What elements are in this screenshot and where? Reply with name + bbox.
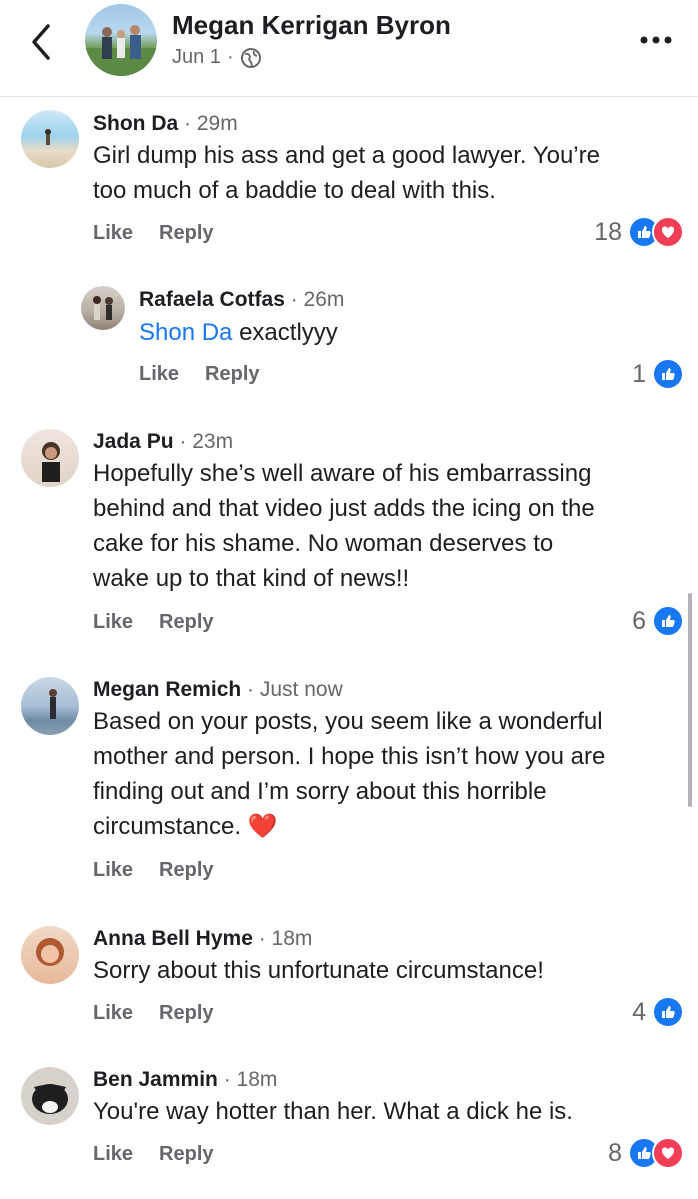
commenter-name[interactable]: Shon Da [93,112,178,135]
comment-actions: Like Reply [93,611,240,634]
commenter-name[interactable]: Ben Jammin [93,1068,218,1091]
comment-time: · 18m [258,927,313,950]
reaction-count: 8 [608,1138,622,1167]
commenter-avatar[interactable] [81,286,125,330]
post-author-name[interactable]: Megan Kerrigan Byron [172,10,451,41]
like-button[interactable]: Like [93,859,133,881]
globe-icon [240,47,261,68]
comment-time: · 29m [184,112,238,135]
author-avatar[interactable] [85,4,157,76]
comment-line: finding out and I’m sorry about this hor… [93,778,547,805]
reply-button[interactable]: Reply [159,1002,213,1024]
comment-line: Girl dump his ass and get a good lawyer.… [93,142,600,169]
reaction-count: 6 [632,606,646,635]
reaction-summary[interactable]: 1 [632,358,684,390]
commenter-avatar[interactable] [21,1067,79,1125]
comment-text: You're way hotter than her. What a dick … [93,1094,573,1129]
comment: Shon Da · 29m Girl dump his ass and get … [0,104,698,254]
reply-comment: Rafaela Cotfas · 26m Shon Da exactlyyy L… [0,282,698,392]
comment-line: Based on your posts, you seem like a won… [93,708,603,735]
comment-text: Based on your posts, you seem like a won… [93,704,605,844]
reply-button[interactable]: Reply [159,611,213,633]
comment-line: cake for his shame. No woman deserves to [93,530,554,557]
comment-time: · 23m [179,430,234,453]
comment: Ben Jammin · 18m You're way hotter than … [0,1061,698,1199]
comment-line: mother and person. I hope this isn’t how… [93,743,606,770]
comment: Megan Remich · Just now Based on your po… [0,671,698,891]
comment-line: wake up to that kind of news!! [93,565,410,592]
love-reaction-icon [652,1137,684,1169]
comment-actions: Like Reply [93,1143,240,1166]
comment-line: Hopefully she’s well aware of his embarr… [93,460,592,487]
reaction-summary[interactable]: 8 [608,1137,684,1169]
comment: Jada Pu · 23m Hopefully she’s well aware… [0,423,698,643]
post-date[interactable]: Jun 1 [172,46,221,69]
commenter-name[interactable]: Anna Bell Hyme [93,927,253,950]
comment-text: Hopefully she’s well aware of his embarr… [93,456,595,596]
reply-button[interactable]: Reply [159,222,213,244]
comment-actions: Like Reply [93,222,240,245]
commenter-name[interactable]: Megan Remich [93,678,241,701]
reply-button[interactable]: Reply [159,859,213,881]
chevron-left-icon[interactable] [26,22,56,62]
reply-button[interactable]: Reply [159,1143,213,1165]
reaction-summary[interactable]: 18 [594,216,684,248]
comment-line: too much of a baddie to deal with this. [93,177,496,204]
comment-line: You're way hotter than her. What a dick … [93,1098,573,1125]
comment-text: Shon Da exactlyyy [139,315,338,350]
like-button[interactable]: Like [93,611,133,633]
like-reaction-icon [652,358,684,390]
comment-line: exactlyyy [232,319,338,346]
comment-text: Sorry about this unfortunate circumstanc… [93,953,544,988]
like-button[interactable]: Like [93,1143,133,1165]
comment-text: Girl dump his ass and get a good lawyer.… [93,138,600,208]
post-header: Megan Kerrigan Byron Jun 1 · [0,0,698,97]
commenter-name[interactable]: Jada Pu [93,430,174,453]
like-button[interactable]: Like [139,363,179,385]
comment-time: · Just now [247,678,343,701]
reaction-count: 4 [632,997,646,1026]
mention-link[interactable]: Shon Da [139,319,232,346]
like-reaction-icon [652,605,684,637]
meta-separator: · [226,46,234,68]
like-reaction-icon [652,996,684,1028]
reaction-summary[interactable]: 4 [632,996,684,1028]
scrollbar[interactable] [688,593,692,807]
reaction-count: 1 [632,359,646,388]
commenter-name[interactable]: Rafaela Cotfas [139,288,285,311]
reaction-summary[interactable]: 6 [632,605,684,637]
comment-actions: Like Reply [93,1002,240,1025]
commenter-avatar[interactable] [21,110,79,168]
comment: Anna Bell Hyme · 18m Sorry about this un… [0,920,698,1040]
comment-line: circumstance. [93,813,242,840]
commenter-avatar[interactable] [21,429,79,487]
red-heart-emoji: ❤️ [247,813,278,840]
comment-line: behind and that video just adds the icin… [93,495,595,522]
comment-time: · 26m [290,288,345,311]
comment-actions: Like Reply [93,859,240,882]
love-reaction-icon [652,216,684,248]
more-horizontal-icon[interactable] [636,30,676,50]
like-button[interactable]: Like [93,1002,133,1024]
reaction-count: 18 [594,217,622,246]
like-button[interactable]: Like [93,222,133,244]
reply-button[interactable]: Reply [205,363,259,385]
commenter-avatar[interactable] [21,926,79,984]
comment-time: · 18m [223,1068,278,1091]
post-meta: Jun 1 · [172,46,262,69]
commenter-avatar[interactable] [21,677,79,735]
comment-actions: Like Reply [139,363,286,386]
comment-line: Sorry about this unfortunate circumstanc… [93,957,544,984]
